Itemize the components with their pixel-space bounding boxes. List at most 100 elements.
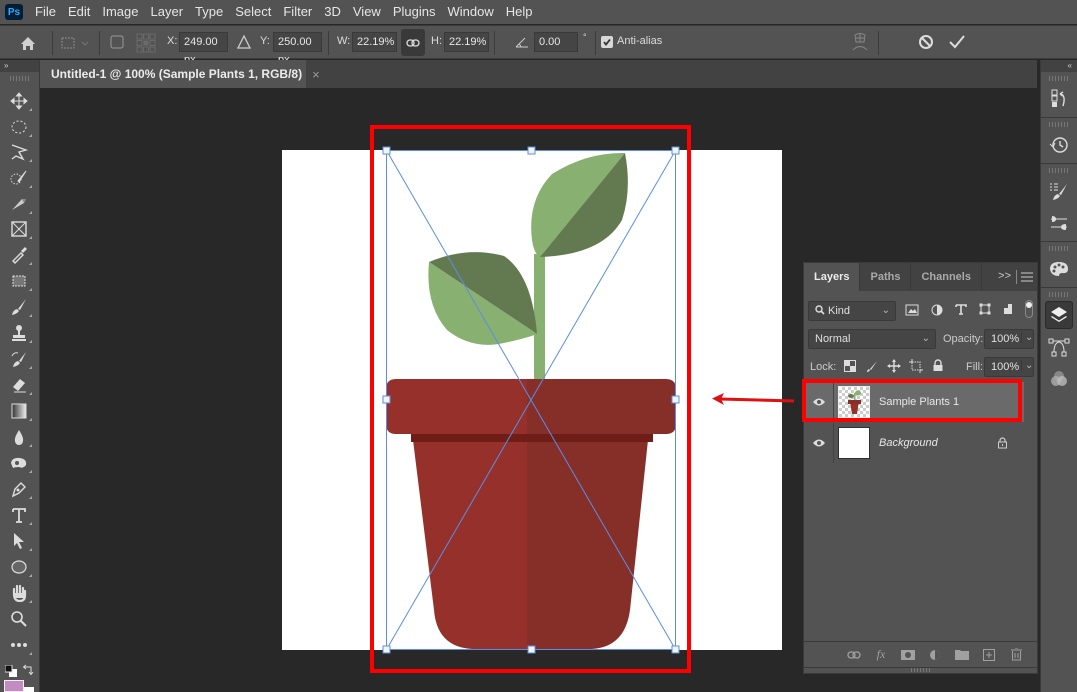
relative-position-icon[interactable] [236,34,252,50]
layer-visibility-eye-icon[interactable] [804,423,834,463]
swap-colors-icon[interactable] [22,664,34,676]
dodge-tool-icon[interactable] [8,452,32,474]
menu-filter[interactable]: Filter [277,0,318,24]
frame-tool-icon[interactable] [8,218,32,240]
move-tool-icon[interactable] [8,90,32,112]
hand-tool-icon[interactable] [8,582,32,604]
h-label: H: [431,35,442,47]
elliptical-marquee-tool-icon[interactable] [8,116,32,138]
quick-selection-tool-icon[interactable] [8,167,32,189]
menu-plugins[interactable]: Plugins [387,0,442,24]
layer-name[interactable]: Background [879,437,938,449]
blend-mode-dropdown[interactable]: Normal ⌄ [808,329,936,349]
link-layers-icon[interactable] [847,648,861,662]
polygonal-lasso-tool-icon[interactable] [8,141,32,163]
delete-layer-icon[interactable] [1009,648,1023,662]
brush-settings-panel-icon[interactable] [1045,177,1073,205]
reference-point-grid-icon[interactable] [135,32,157,54]
default-colors-icon[interactable] [4,664,17,677]
channels-panel-icon[interactable] [1045,365,1073,393]
panel-menu-icon[interactable] [1021,271,1033,285]
type-tool-icon[interactable] [8,504,32,526]
eraser-tool-icon[interactable] [8,374,32,396]
layer-locked-icon[interactable] [997,437,1008,452]
reference-point-checkbox[interactable] [110,35,124,49]
layer-style-fx-icon[interactable]: fx [874,647,888,662]
clone-stamp-tool-icon[interactable] [8,322,32,344]
menu-view[interactable]: View [347,0,387,24]
cancel-transform-icon[interactable] [916,32,936,52]
toolbar-collapse-button[interactable]: » [0,60,39,72]
height-input[interactable]: 22.19% [444,32,489,52]
gradient-tool-icon[interactable] [8,400,32,422]
width-input[interactable]: 22.19% [352,32,397,52]
toolbar-grip[interactable] [9,76,30,81]
foreground-color-swatch[interactable] [4,680,24,692]
commit-transform-icon[interactable] [947,32,967,52]
filter-type-layers-icon[interactable] [955,303,967,318]
menu-select[interactable]: Select [229,0,277,24]
path-selection-tool-icon[interactable] [8,530,32,552]
menu-image[interactable]: Image [96,0,144,24]
background-color-swatch[interactable] [24,687,34,692]
eyedropper-tool-icon[interactable] [8,244,32,266]
layers-panel-icon[interactable] [1045,301,1073,329]
warp-mode-icon[interactable] [850,31,870,53]
blur-tool-icon[interactable] [8,426,32,448]
menu-help[interactable]: Help [500,0,539,24]
pen-tool-icon[interactable] [8,478,32,500]
properties-panel-icon[interactable] [1045,85,1073,113]
menu-3d[interactable]: 3D [318,0,347,24]
options-bar: X: 249.00 px Y: 250.00 px W: 22.19% H: 2… [0,25,1077,66]
y-position-input[interactable]: 250.00 px [273,32,322,66]
zoom-tool-icon[interactable] [8,608,30,630]
lock-all-icon[interactable] [932,359,944,375]
new-group-folder-icon[interactable] [955,648,969,662]
new-adjustment-layer-icon[interactable] [928,648,942,662]
close-tab-icon[interactable]: × [312,67,320,82]
filter-pixel-layers-icon[interactable] [905,304,919,319]
panel-expand-icon[interactable]: >> [998,270,1011,282]
filter-toggle-switch[interactable] [1025,300,1033,318]
lock-transparent-pixels-icon[interactable] [844,360,856,375]
rotation-angle-input[interactable]: 0.00 [534,32,578,52]
history-panel-icon[interactable] [1045,131,1073,159]
layer-filter-kind-dropdown[interactable]: Kind ⌄ [808,301,896,321]
patch-tool-icon[interactable] [8,270,32,292]
tab-paths[interactable]: Paths [860,263,912,291]
anti-alias-checkbox[interactable] [601,36,613,48]
filter-smart-objects-icon[interactable] [1002,303,1014,318]
lock-artboard-icon[interactable] [909,359,923,376]
home-icon[interactable] [18,33,38,53]
adjustments-sliders-panel-icon[interactable] [1045,209,1073,237]
layer-row-background[interactable]: Background [804,423,1024,463]
filter-adjustment-layers-icon[interactable] [931,304,943,319]
tab-layers[interactable]: Layers [804,263,861,291]
transform-preset-icon[interactable] [58,34,92,52]
menu-file[interactable]: File [29,0,62,24]
link-proportions-icon[interactable] [401,29,425,56]
document-tab[interactable]: Untitled-1 @ 100% (Sample Plants 1, RGB/… [40,60,320,88]
ellipse-tool-icon[interactable] [8,556,32,578]
more-tools-icon[interactable] [8,634,32,656]
add-mask-icon[interactable] [901,648,915,662]
dock-collapse-button[interactable]: « [1041,60,1077,72]
layers-panel-resize-grip[interactable] [803,668,1038,674]
brush-tool-icon[interactable] [8,296,32,318]
new-layer-icon[interactable] [982,648,996,662]
lock-image-pixels-icon[interactable] [866,360,878,375]
opacity-dropdown-chevron[interactable]: ⌄ [1021,332,1033,343]
history-brush-tool-icon[interactable] [8,348,32,370]
x-position-input[interactable]: 249.00 px [179,32,228,66]
swatches-panel-icon[interactable] [1045,255,1073,283]
fill-dropdown-chevron[interactable]: ⌄ [1021,360,1033,371]
menu-window[interactable]: Window [441,0,499,24]
menu-layer[interactable]: Layer [145,0,190,24]
slice-tool-icon[interactable] [8,193,32,215]
menu-type[interactable]: Type [189,0,229,24]
lock-position-icon[interactable] [887,359,901,376]
paths-panel-icon[interactable] [1045,333,1073,361]
filter-shape-layers-icon[interactable] [979,303,991,318]
tab-channels[interactable]: Channels [911,263,982,291]
menu-edit[interactable]: Edit [62,0,96,24]
